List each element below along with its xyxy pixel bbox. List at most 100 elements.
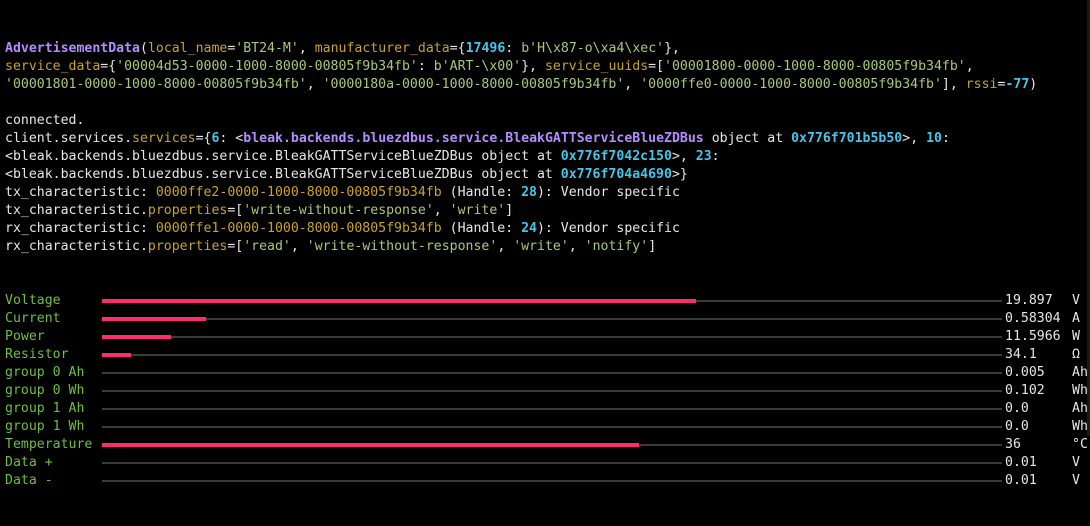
log-token: 17496 bbox=[465, 41, 506, 56]
log-token: '00004d53-0000-1000-8000-00805f9b34fb' bbox=[116, 59, 418, 74]
log-line: tx_characteristic.properties=['write-wit… bbox=[5, 202, 1086, 220]
meter-row: group 1 Wh 0.0 Wh bbox=[5, 418, 1088, 436]
meter-value: 0.0 bbox=[1005, 401, 1029, 416]
log-token: 'write-without-response' bbox=[243, 203, 434, 218]
log-token: services bbox=[132, 131, 196, 146]
log-token: <bleak.backends.bluezdbus.service.BleakG… bbox=[5, 149, 561, 164]
log-line: tx_characteristic: 0000ffe2-0000-1000-80… bbox=[5, 184, 1086, 202]
meter-unit: V bbox=[1072, 473, 1080, 488]
meter-row: group 1 Ah 0.0 Ah bbox=[5, 400, 1088, 418]
meter-unit: Wh bbox=[1072, 383, 1088, 398]
log-token: '0000ffe0-0000-1000-8000-00805f9b34fb' bbox=[640, 77, 942, 92]
log-token: }, bbox=[664, 41, 680, 56]
log-line: <bleak.backends.bluezdbus.service.BleakG… bbox=[5, 148, 1086, 166]
log-token: ): Vendor specific bbox=[536, 221, 680, 236]
meter-value: 34.1 bbox=[1005, 347, 1037, 362]
log-token: : bbox=[417, 59, 434, 74]
log-token: , bbox=[290, 239, 307, 254]
meter-row: Current 0.58304 A bbox=[5, 310, 1086, 328]
meter-row: Voltage 19.897 V bbox=[5, 292, 1086, 310]
log-token: 23 bbox=[695, 149, 712, 164]
log-token: , bbox=[965, 59, 974, 74]
log-token: object at bbox=[703, 131, 792, 146]
log-token: properties bbox=[147, 239, 228, 254]
log-line: AdvertisementData(local_name='BT24-M', m… bbox=[5, 40, 1086, 58]
log-token: 0x776f701b5b50 bbox=[791, 131, 903, 146]
log-token: connected. bbox=[5, 113, 85, 128]
log-token: : < bbox=[219, 131, 244, 146]
log-token: local_name bbox=[147, 41, 228, 56]
log-line: '00001801-0000-1000-8000-00805f9b34fb', … bbox=[5, 76, 1086, 94]
log-token: tx_characteristic: bbox=[5, 185, 156, 200]
log-token: service_uuids bbox=[544, 59, 649, 74]
meter-track bbox=[102, 317, 1002, 321]
log-token: rx_characteristic. bbox=[5, 239, 148, 254]
log-token: 'write' bbox=[449, 203, 506, 218]
log-token: 0000ffe2-0000-1000-8000-00805f9b34fb bbox=[155, 185, 442, 200]
meter-panel: Voltage 19.897 V Current 0.58304 A Power 11.596… bbox=[5, 292, 1088, 490]
log-token: 'notify' bbox=[584, 239, 649, 254]
log-token: ={ bbox=[449, 41, 466, 56]
log-token: ( bbox=[139, 41, 148, 56]
meter-row: Temperature 36 °C bbox=[5, 436, 1088, 454]
meter-track bbox=[102, 353, 1002, 357]
meter-track bbox=[102, 480, 1002, 482]
log-token: 10 bbox=[926, 131, 942, 146]
log-token: 'write-without-response' bbox=[306, 239, 498, 254]
log-line: service_data={'00004d53-0000-1000-8000-0… bbox=[5, 58, 1086, 76]
meter-unit: Ah bbox=[1072, 401, 1088, 416]
meter-label: Power bbox=[5, 329, 45, 344]
meter-label: Temperature bbox=[5, 437, 93, 452]
meter-row: group 0 Ah 0.005 Ah bbox=[5, 364, 1088, 382]
log-line: <bleak.backends.bluezdbus.service.BleakG… bbox=[5, 166, 1086, 184]
log-token: =[ bbox=[648, 59, 665, 74]
log-token: 'read' bbox=[243, 239, 291, 254]
log-token: (Handle: bbox=[441, 221, 522, 236]
meter-unit: V bbox=[1072, 455, 1080, 470]
log-token: 0x776f7042c150 bbox=[560, 149, 672, 164]
meter-unit: Ω bbox=[1072, 347, 1080, 362]
meter-track bbox=[102, 426, 1002, 428]
meter-value: 0.01 bbox=[1005, 455, 1037, 470]
log-token: =[ bbox=[227, 239, 244, 254]
meter-label: group 0 Wh bbox=[5, 383, 85, 398]
meter-label: Voltage bbox=[5, 293, 61, 308]
log-token: ): Vendor specific bbox=[536, 185, 680, 200]
meter-label: Data + bbox=[5, 455, 53, 470]
meter-value: 19.897 bbox=[1005, 293, 1053, 308]
meter-value: 0.102 bbox=[1005, 383, 1045, 398]
log-token: 24 bbox=[521, 221, 537, 236]
log-token: 'BT24-M' bbox=[235, 41, 299, 56]
meter-value: 0.58304 bbox=[1005, 311, 1061, 326]
log-token: ={ bbox=[195, 131, 212, 146]
meter-value: 36 bbox=[1005, 437, 1021, 452]
log-token: =[ bbox=[227, 203, 244, 218]
log-token: : bbox=[711, 149, 720, 164]
terminal-window[interactable]: AdvertisementData(local_name='BT24-M', m… bbox=[0, 0, 1090, 488]
meter-label: Data - bbox=[5, 473, 53, 488]
log-token: 0x776f704a4690 bbox=[560, 167, 672, 182]
log-token: manufacturer_data bbox=[314, 41, 450, 56]
log-token: -77 bbox=[1005, 77, 1030, 92]
meter-row: group 0 Wh 0.102 Wh bbox=[5, 382, 1088, 400]
terminal-output: AdvertisementData(local_name='BT24-M', m… bbox=[5, 40, 1086, 256]
meter-track bbox=[102, 462, 1002, 464]
meter-fill bbox=[102, 335, 172, 339]
log-token: ] bbox=[505, 203, 514, 218]
log-line: rx_characteristic.properties=['read', 'w… bbox=[5, 238, 1086, 256]
log-token: ) bbox=[1029, 77, 1038, 92]
log-token: ], bbox=[941, 77, 966, 92]
log-token: : bbox=[505, 41, 522, 56]
log-token: 'write' bbox=[513, 239, 569, 254]
log-token: service_data bbox=[5, 59, 101, 74]
log-line: client.services.services={6: <bleak.back… bbox=[5, 130, 1086, 148]
log-token: '0000180a-0000-1000-8000-00805f9b34fb' bbox=[322, 77, 625, 92]
meter-value: 0.01 bbox=[1005, 473, 1037, 488]
meter-label: group 0 Ah bbox=[5, 365, 85, 380]
meter-track bbox=[102, 299, 1002, 303]
meter-unit: V bbox=[1072, 293, 1080, 308]
meter-row: Power 11.5966 W bbox=[5, 328, 1086, 346]
meter-unit: Wh bbox=[1072, 419, 1088, 434]
meter-unit: A bbox=[1072, 311, 1080, 326]
